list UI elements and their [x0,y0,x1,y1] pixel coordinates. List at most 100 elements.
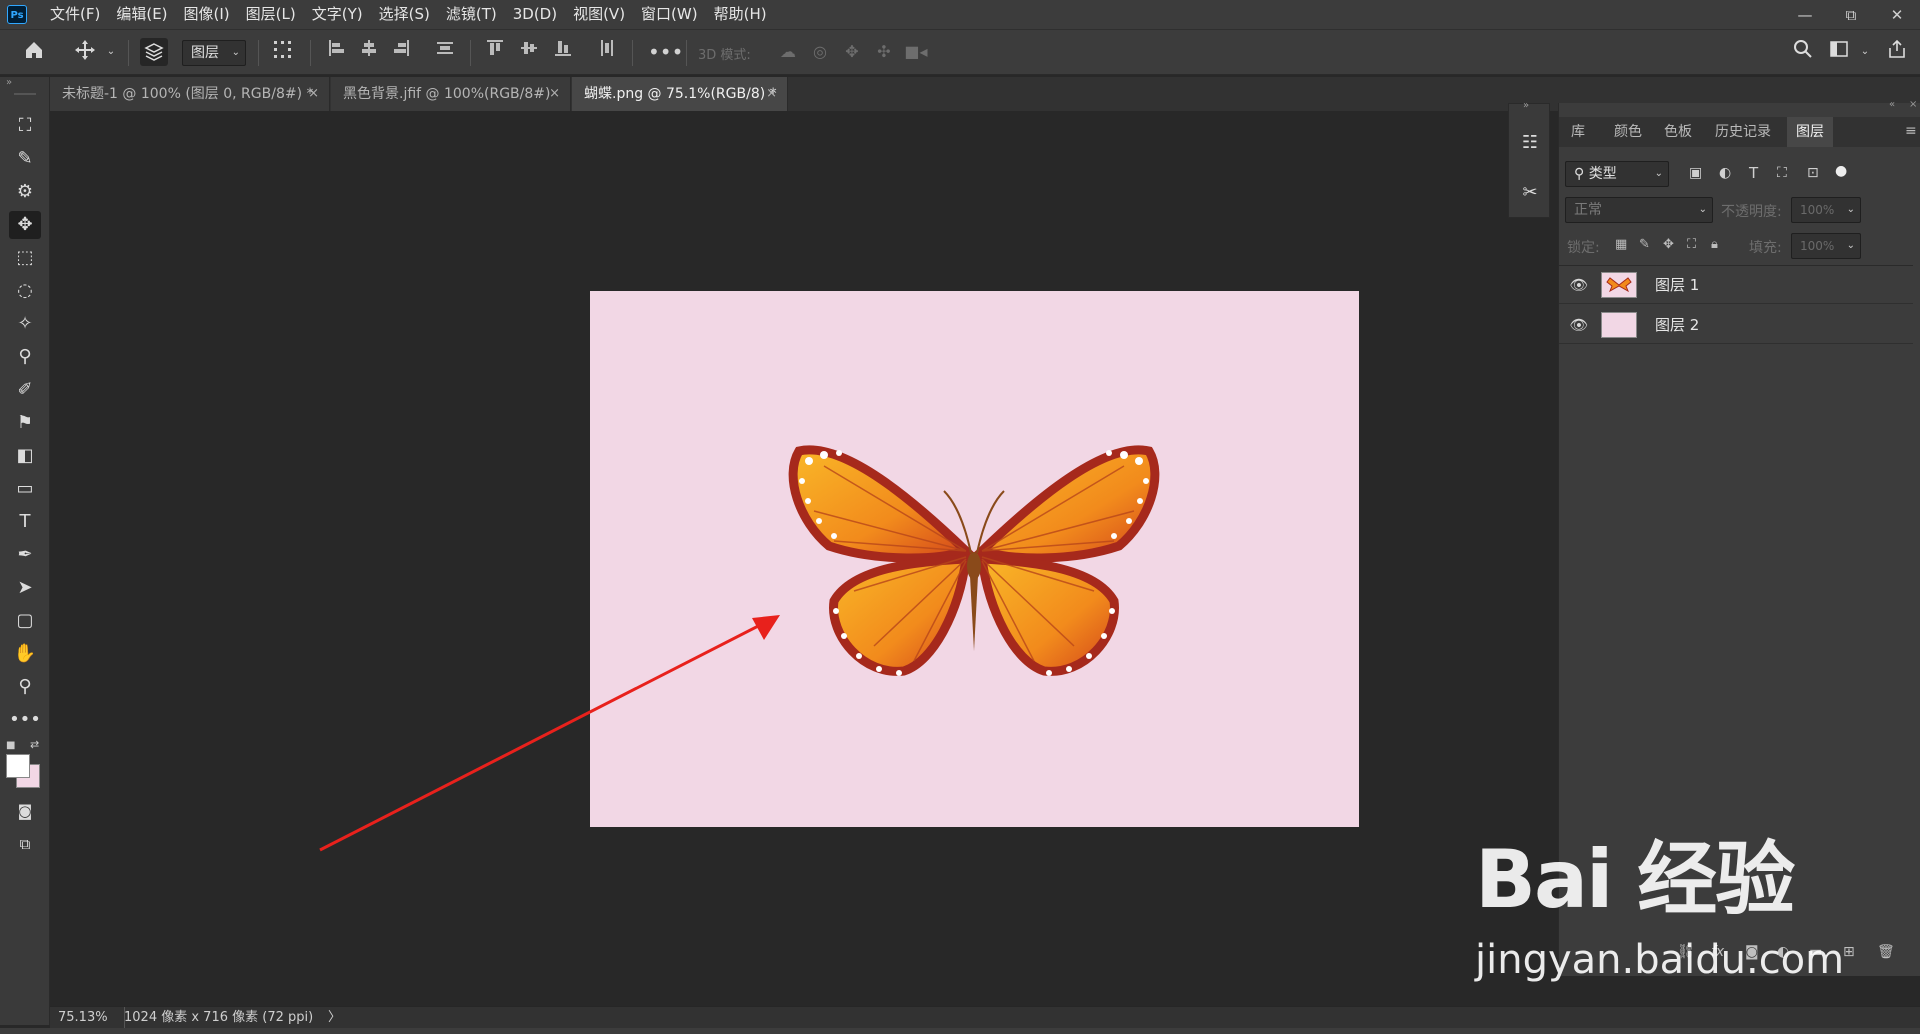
search-icon[interactable] [1790,39,1816,65]
tab-butterfly[interactable]: 蝴蝶.png @ 75.1%(RGB/8) * × [572,77,788,111]
zoom-tool-icon[interactable]: ⚲ [9,673,41,701]
menu-file[interactable]: 文件(F) [42,0,108,29]
move-tool-icon[interactable]: ✥ [9,211,41,239]
close-button[interactable]: ✕ [1874,0,1920,29]
status-arrow-icon[interactable]: 〉 [328,1007,341,1028]
shape-tool-icon[interactable]: ▢ [9,607,41,635]
properties-icon[interactable]: ☷ [1518,132,1542,156]
fill-input[interactable]: 100% ⌄ [1791,233,1861,259]
close-icon[interactable]: × [308,77,319,111]
default-colors-icon[interactable]: ■ [6,740,15,751]
align-hcenter-icon[interactable] [358,39,380,65]
pen-tool-icon[interactable]: ✒ [9,541,41,569]
visibility-eye-icon[interactable]: 👁︎ [1569,315,1589,335]
gradient-tool-icon[interactable]: ▭ [9,475,41,503]
tab-history[interactable]: 历史记录 [1707,117,1779,147]
distribute-vertical-icon[interactable] [596,39,618,65]
healing-brush-tool-icon[interactable]: ✎ [9,145,41,173]
menu-layer[interactable]: 图层(L) [238,0,304,29]
move-tool-icon[interactable] [72,39,98,65]
menu-edit[interactable]: 编辑(E) [108,0,175,29]
lasso-tool-icon[interactable]: ◌ [9,277,41,305]
restore-button[interactable]: ⧉ [1828,0,1874,29]
transform-controls-icon[interactable] [270,39,296,65]
minimize-button[interactable]: — [1782,0,1828,29]
share-icon[interactable] [1884,39,1910,65]
menu-filter[interactable]: 滤镜(T) [438,0,505,29]
path-selection-tool-icon[interactable]: ➤ [9,574,41,602]
auto-select-icon[interactable] [140,38,168,66]
opacity-input[interactable]: 100% ⌄ [1791,197,1861,223]
align-vcenter-icon[interactable] [518,39,540,65]
menu-window[interactable]: 窗口(W) [633,0,706,29]
tab-layers[interactable]: 图层 [1787,117,1833,147]
crop-tool-icon[interactable]: ⛶ [9,112,41,140]
brush-tool-icon[interactable]: ✐ [9,376,41,404]
adjustments-icon[interactable]: ✂ [1518,182,1542,206]
chevron-down-icon[interactable]: ⌄ [104,39,118,65]
expand-icon[interactable]: » [1523,100,1529,111]
tab-swatches[interactable]: 色板 [1655,117,1701,147]
object-selection-tool-icon[interactable]: ⚙ [9,178,41,206]
align-top-icon[interactable] [484,39,506,65]
hand-tool-icon[interactable]: ✋ [9,640,41,668]
filter-type-icon[interactable]: T [1749,164,1758,182]
quick-mask-icon[interactable]: ◙ [9,797,41,825]
lock-position-icon[interactable]: ✥ [1663,237,1674,252]
filter-pixel-icon[interactable]: ▣ [1689,165,1702,181]
home-icon[interactable] [20,39,48,65]
tab-untitled[interactable]: 未标题-1 @ 100% (图层 0, RGB/8#) * × [50,77,330,111]
lock-artboard-icon[interactable]: ⛶ [1687,237,1696,252]
lock-pixels-icon[interactable]: ✎ [1639,237,1650,252]
align-right-icon[interactable] [390,39,412,65]
distribute-icon[interactable] [434,39,456,65]
clone-stamp-tool-icon[interactable]: ⚑ [9,409,41,437]
workspace-icon[interactable] [1826,39,1852,65]
filter-shape-icon[interactable]: ⛶ [1777,165,1787,181]
collapse-icon[interactable]: » [6,77,12,88]
close-icon[interactable]: × [549,77,560,111]
more-tools-icon[interactable]: ••• [9,706,41,734]
layer-row[interactable]: 👁︎ 图层 1 [1559,266,1913,304]
menu-view[interactable]: 视图(V) [565,0,633,29]
zoom-level[interactable]: 75.13% [58,1007,108,1028]
menu-select[interactable]: 选择(S) [371,0,438,29]
more-options-icon[interactable]: ••• [648,39,683,65]
opacity-label: 不透明度: [1721,204,1782,220]
lock-transparent-icon[interactable]: ▦ [1615,237,1627,252]
menu-3d[interactable]: 3D(D) [505,0,565,29]
swap-colors-icon[interactable]: ⇄ [30,738,39,751]
marquee-tool-icon[interactable]: ⬚ [9,244,41,272]
blend-mode-dropdown[interactable]: 正常 ⌄ [1565,197,1713,223]
collapse-icon[interactable]: « [1889,99,1895,110]
layer-name: 图层 1 [1655,276,1700,294]
foreground-color-swatch[interactable] [6,754,30,778]
menu-type[interactable]: 文字(Y) [304,0,371,29]
auto-select-target-dropdown[interactable]: 图层 ⌄ [182,40,246,66]
type-tool-icon[interactable]: T [9,508,41,536]
drag-handle[interactable] [14,93,36,95]
eyedropper-tool-icon[interactable]: ⚲ [9,343,41,371]
filter-smart-object-icon[interactable]: ⊡ [1807,165,1819,181]
tab-label: 黑色背景.jfif @ 100%(RGB/8#) [343,86,551,102]
tab-library[interactable]: 库 [1563,117,1593,147]
chevron-down-icon[interactable]: ⌄ [1858,39,1872,65]
filter-adjustment-icon[interactable]: ◐ [1719,165,1731,181]
align-left-icon[interactable] [326,39,348,65]
tab-black-background[interactable]: 黑色背景.jfif @ 100%(RGB/8#) × [331,77,571,111]
eraser-tool-icon[interactable]: ◧ [9,442,41,470]
align-bottom-icon[interactable] [552,39,574,65]
layer-filter-dropdown[interactable]: ⚲ 类型 ⌄ [1565,161,1669,187]
menu-image[interactable]: 图像(I) [176,0,238,29]
layer-row[interactable]: 👁︎ 图层 2 [1559,306,1913,344]
panel-menu-icon[interactable]: ≡ [1905,123,1917,139]
close-icon[interactable]: × [1909,99,1917,110]
close-icon[interactable]: × [766,77,777,111]
magic-wand-tool-icon[interactable]: ✧ [9,310,41,338]
lock-all-icon[interactable]: 🔒︎ [1711,237,1718,252]
tab-color[interactable]: 颜色 [1605,117,1651,147]
screen-mode-icon[interactable]: ⧉ [9,830,41,858]
visibility-eye-icon[interactable]: 👁︎ [1569,275,1589,295]
menu-help[interactable]: 帮助(H) [706,0,775,29]
filter-toggle-icon[interactable]: ● [1835,163,1847,179]
